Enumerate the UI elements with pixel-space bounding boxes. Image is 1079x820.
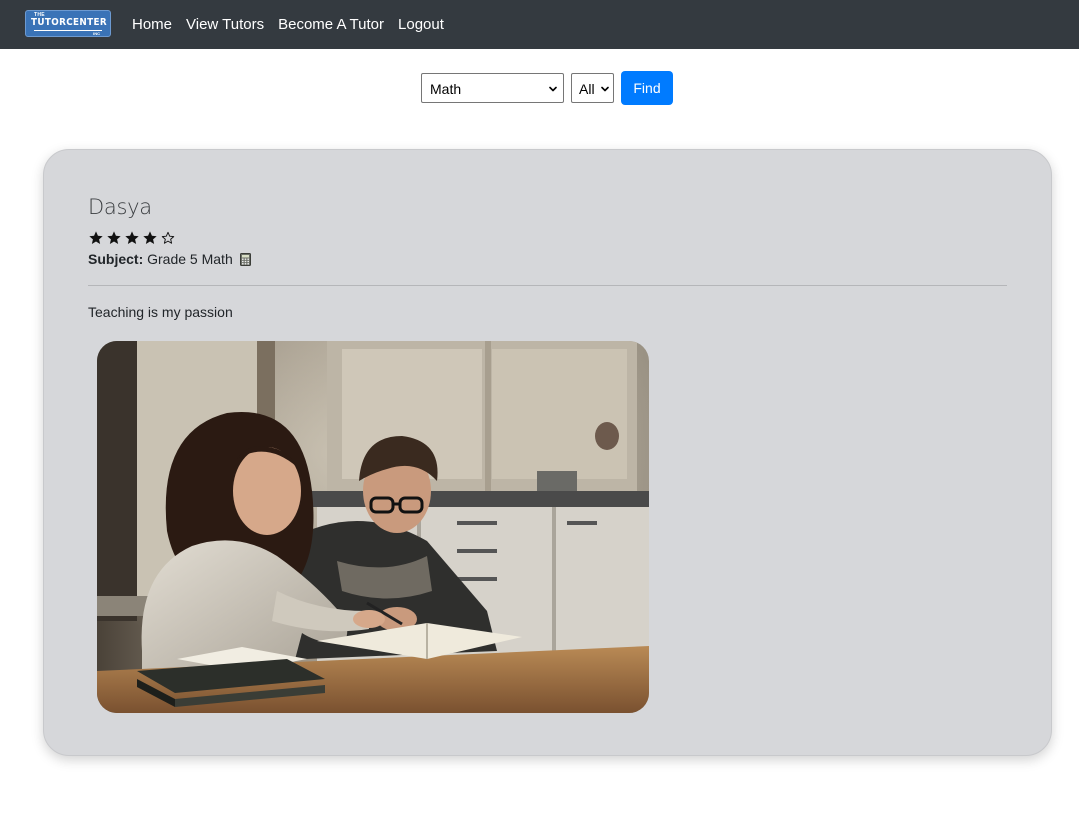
chevron-down-icon bbox=[549, 86, 557, 92]
nav-link-view-tutors[interactable]: View Tutors bbox=[179, 16, 271, 33]
brand-rule bbox=[34, 30, 102, 31]
subject-select[interactable]: Math bbox=[421, 73, 564, 103]
tutor-card: Dasya Subject: Grade 5 Math Teaching is … bbox=[43, 149, 1052, 756]
star-filled-icon bbox=[89, 231, 103, 244]
star-empty-icon bbox=[161, 231, 175, 244]
subject-select-value: Math bbox=[430, 81, 462, 97]
subject-value: Grade 5 Math bbox=[147, 251, 233, 267]
nav-link-become-tutor[interactable]: Become A Tutor bbox=[271, 16, 391, 33]
tutor-photo bbox=[97, 341, 649, 713]
brand-name: TUTORCENTER bbox=[31, 17, 107, 28]
subject-line: Subject: Grade 5 Math bbox=[88, 251, 251, 267]
star-filled-icon bbox=[143, 231, 157, 244]
chevron-down-icon bbox=[601, 86, 609, 92]
brand-logo[interactable]: THE TUTORCENTER INC bbox=[25, 10, 111, 37]
brand-bottom-text: INC bbox=[93, 31, 100, 36]
navbar: THE TUTORCENTER INC Home View Tutors Bec… bbox=[0, 0, 1079, 49]
tutor-photo-image bbox=[97, 341, 649, 713]
star-filled-icon bbox=[125, 231, 139, 244]
nav-link-home[interactable]: Home bbox=[125, 16, 179, 33]
tutor-name: Dasya bbox=[88, 195, 152, 219]
star-rating bbox=[88, 230, 178, 248]
grade-select-value: All bbox=[579, 81, 595, 97]
tutor-bio: Teaching is my passion bbox=[88, 304, 233, 320]
divider bbox=[88, 285, 1007, 286]
find-button[interactable]: Find bbox=[621, 71, 673, 105]
star-filled-icon bbox=[107, 231, 121, 244]
calculator-icon bbox=[239, 253, 251, 266]
grade-select[interactable]: All bbox=[571, 73, 614, 103]
nav-link-logout[interactable]: Logout bbox=[391, 16, 451, 33]
subject-label: Subject: bbox=[88, 251, 144, 267]
nav-links: Home View Tutors Become A Tutor Logout bbox=[125, 0, 451, 49]
